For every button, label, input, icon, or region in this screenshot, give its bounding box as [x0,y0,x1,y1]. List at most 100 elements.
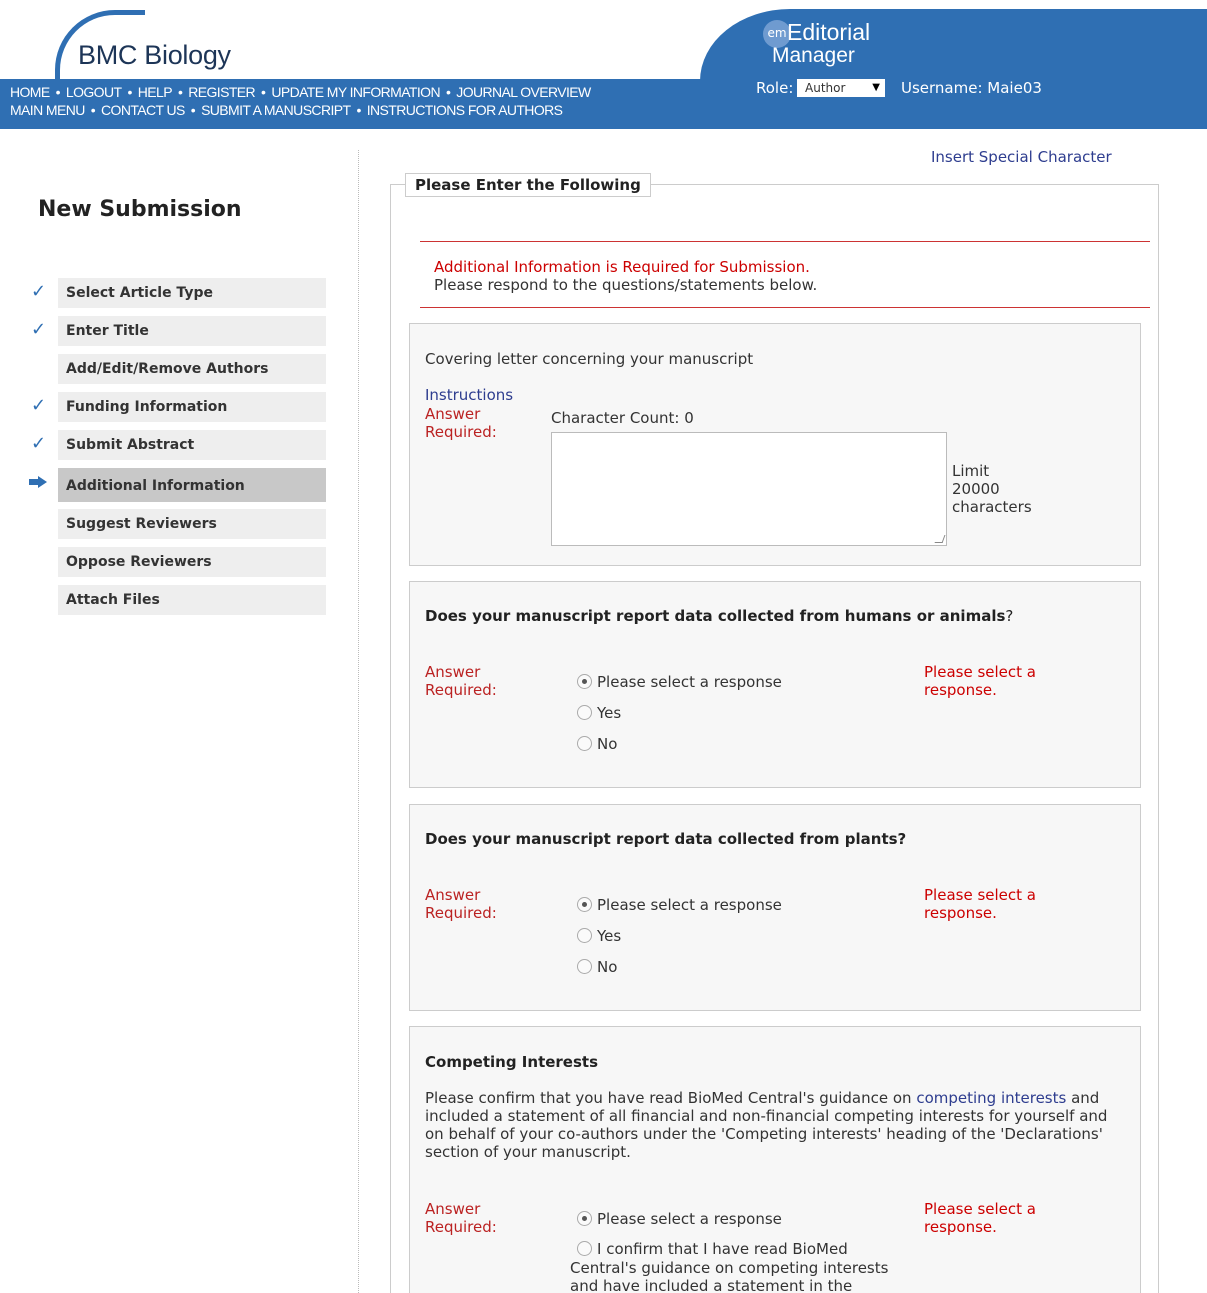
limit-line1: Limit [952,462,990,480]
answer-required-line1: Answer [425,405,481,423]
nav-separator: • [445,84,451,100]
nav-help-link[interactable]: HELP [138,84,173,100]
confirm-option-continuation: Central's guidance on competing interest… [570,1259,889,1293]
validation-error: Please select a response. [924,1200,1124,1236]
radio-button-selected[interactable] [577,897,592,912]
character-limit-note: Limit 20000 characters [952,462,1052,516]
answer-required-line2: Required: [425,1218,497,1236]
question-covering-letter-label: Covering letter concerning your manuscri… [425,350,754,368]
current-step-arrow-icon [29,476,49,488]
answer-required-line1: Answer [425,1200,481,1218]
radio-option[interactable]: Please select a response [577,896,782,916]
nav-separator: • [127,84,132,100]
validation-error: Please select a response. [924,886,1124,922]
column-divider [358,150,359,1293]
nav-register-link[interactable]: REGISTER [188,84,255,100]
radio-option[interactable]: Please select a response [577,673,782,693]
nav-update-info-link[interactable]: UPDATE MY INFORMATION [271,84,440,100]
radio-option[interactable]: Please select a response [577,1210,782,1230]
competing-interests-description: Please confirm that you have read BioMed… [425,1089,1125,1161]
answer-required-label: Answer Required: [425,886,497,922]
nav-contact-us-link[interactable]: CONTACT US [101,102,185,118]
alert-required-message: Additional Information is Required for S… [434,258,810,276]
chevron-down-icon: ▼ [872,82,880,93]
resize-grip-icon[interactable] [934,535,946,543]
answer-required-line1: Answer [425,663,481,681]
step-submit-abstract[interactable]: Submit Abstract [58,430,326,460]
answer-required-line1: Answer [425,886,481,904]
alert-top-rule [420,241,1150,242]
instructions-link[interactable]: Instructions [425,386,513,404]
radio-label: Please select a response [597,1210,782,1228]
alert-bottom-rule [420,307,1150,308]
nav-logout-link[interactable]: LOGOUT [66,84,122,100]
radio-label: No [597,958,618,976]
radio-option[interactable]: I confirm that I have read BioMed [577,1240,848,1260]
radio-option[interactable]: Yes [577,927,621,947]
step-attach-files[interactable]: Attach Files [58,585,326,615]
radio-button[interactable] [577,705,592,720]
competing-interests-link[interactable]: competing interests [916,1089,1066,1107]
journal-logo[interactable]: BMC Biology [78,40,231,71]
error-line2: response. [924,1218,997,1236]
checkmark-icon: ✓ [31,319,47,340]
validation-error: Please select a response. [924,663,1124,699]
radio-label: No [597,735,618,753]
username-label: Username: Maie03 [901,79,1042,97]
step-suggest-reviewers[interactable]: Suggest Reviewers [58,509,326,539]
answer-required-label: Answer Required: [425,663,497,699]
step-funding-information[interactable]: Funding Information [58,392,326,422]
role-label: Role: [756,79,794,97]
step-oppose-reviewers[interactable]: Oppose Reviewers [58,547,326,577]
question-humans-animals-text: Does your manuscript report data collect… [425,607,1006,625]
checkmark-icon: ✓ [31,281,47,302]
role-value: Author [805,81,846,95]
radio-option[interactable]: No [577,958,617,978]
radio-button[interactable] [577,1241,592,1256]
radio-button[interactable] [577,928,592,943]
step-add-edit-remove-authors[interactable]: Add/Edit/Remove Authors [58,354,326,384]
checkmark-icon: ✓ [31,433,47,454]
radio-button[interactable] [577,959,592,974]
radio-label: I confirm that I have read BioMed [597,1240,848,1258]
nav-separator: • [261,84,266,100]
question-humans-animals-title: Does your manuscript report data collect… [425,607,1013,625]
top-nav-row-1: HOME • LOGOUT • HELP • REGISTER • UPDATE MY INFO… [10,84,591,100]
step-select-article-type[interactable]: Select Article Type [58,278,326,308]
nav-separator: • [55,84,61,100]
nav-main-menu-link[interactable]: MAIN MENU [10,102,85,118]
answer-required-line2: Required: [425,681,497,699]
question-competing-interests-title: Competing Interests [425,1053,599,1071]
nav-instructions-link[interactable]: INSTRUCTIONS FOR AUTHORS [367,102,563,118]
insert-special-character-link[interactable]: Insert Special Character [931,148,1112,166]
radio-label: Yes [597,704,622,722]
nav-separator: • [177,84,183,100]
error-line1: Please select a [924,663,1036,681]
checkmark-icon: ✓ [31,395,47,416]
nav-submit-manuscript-link[interactable]: SUBMIT A MANUSCRIPT [201,102,351,118]
step-additional-information[interactable]: Additional Information [58,468,326,502]
radio-button-selected[interactable] [577,1211,592,1226]
radio-option[interactable]: No [577,735,617,755]
nav-journal-overview-link[interactable]: JOURNAL OVERVIEW [456,84,591,100]
answer-required-line2: Required: [425,423,497,441]
step-enter-title[interactable]: Enter Title [58,316,326,346]
error-line2: response. [924,904,997,922]
role-select[interactable]: Author ▼ [797,79,885,97]
page-title: New Submission [38,197,242,222]
limit-line3: characters [952,498,1032,516]
radio-label: Please select a response [597,673,782,691]
nav-separator: • [90,102,96,118]
radio-button[interactable] [577,736,592,751]
answer-required-label: Answer Required: [425,1200,497,1236]
error-line1: Please select a [924,1200,1036,1218]
covering-letter-textarea[interactable] [551,432,947,546]
em-title-2: Manager [772,44,855,67]
limit-line2: 20000 [952,480,1000,498]
radio-button-selected[interactable] [577,674,592,689]
nav-home-link[interactable]: HOME [10,84,50,100]
alert-instruction-message: Please respond to the questions/statemen… [434,276,818,294]
error-line1: Please select a [924,886,1036,904]
fieldset-legend: Please Enter the Following [405,173,651,197]
radio-option[interactable]: Yes [577,704,621,724]
